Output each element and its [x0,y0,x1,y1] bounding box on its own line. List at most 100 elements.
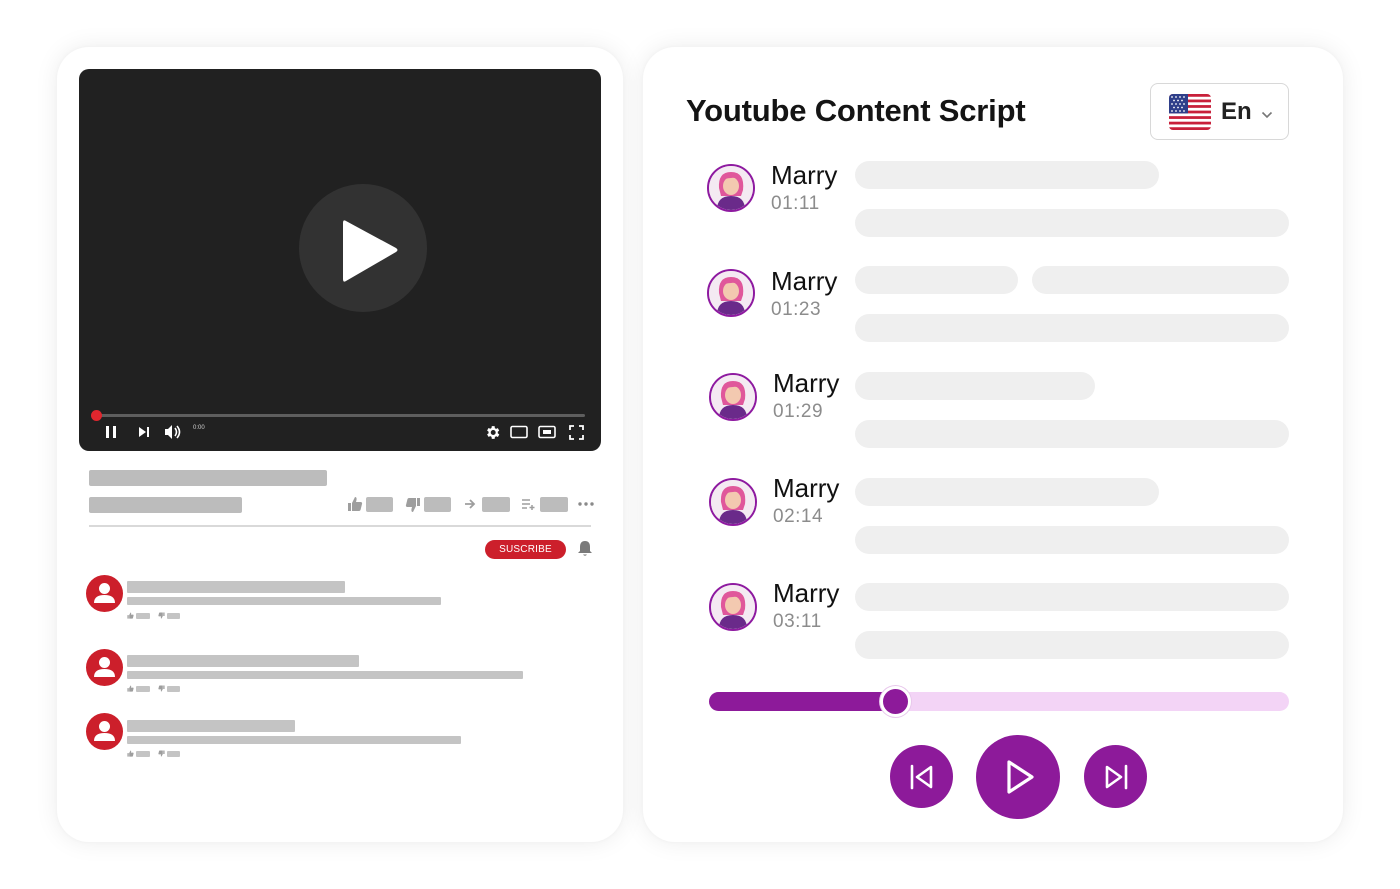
avatar-portrait-icon [711,480,755,524]
fullscreen-icon [568,424,584,440]
content-script-card: Youtube Content Script En Marry 01:11 Ma… [643,47,1343,842]
speaker-avatar [709,373,757,421]
language-selector[interactable]: En [1150,83,1289,140]
skip-next-icon [1105,764,1127,789]
timestamp: 01:23 [771,299,822,320]
play-icon [343,220,398,282]
thumbs-down-icon [158,612,165,619]
script-line-placeholder [855,526,1289,554]
script-line-placeholder [855,209,1289,237]
video-time: 0:00 [193,425,205,431]
skip-previous-icon [910,764,932,789]
speaker-name: Marry [771,160,838,190]
speaker-avatar [707,269,755,317]
theater-mode-button[interactable] [509,423,529,441]
save-label-placeholder [540,497,568,512]
share-arrow-icon [465,499,476,509]
thumbs-down-icon [158,685,165,692]
playback-progress-track[interactable] [709,692,1289,711]
next-button[interactable] [1084,745,1147,808]
video-page-card: 0:00 SUSCRIBE [57,47,623,842]
script-line-placeholder [855,478,1159,506]
play-button[interactable] [976,735,1060,819]
thumbs-down-icon [405,498,420,512]
channel-name-placeholder [89,497,242,513]
timestamp: 03:11 [773,611,822,632]
theater-mode-icon [510,425,528,439]
playback-progress-handle[interactable] [879,686,911,717]
script-line-placeholder [855,372,1095,400]
settings-button[interactable] [483,423,501,441]
share-button[interactable] [464,498,476,510]
thumbs-up-icon [127,685,134,692]
video-progress-handle[interactable] [91,410,102,421]
playlist-add-icon [522,499,535,510]
big-play-button[interactable] [299,184,427,312]
save-button[interactable] [521,498,535,510]
user-icon [94,657,115,677]
thumbs-up-icon [348,497,363,511]
thumbs-up-icon [127,750,134,757]
timestamp: 02:14 [773,506,824,527]
us-flag-icon [1169,94,1211,130]
script-line-placeholder [855,266,1018,294]
script-entry[interactable]: Marry 01:23 [643,265,1343,361]
dislike-button[interactable] [405,497,421,513]
commenter-avatar [86,713,123,750]
script-line-placeholder [855,583,1289,611]
comment-reactions[interactable] [127,685,180,692]
script-line-placeholder [1032,266,1289,294]
avatar-portrait-icon [711,585,755,629]
fullscreen-button[interactable] [567,423,585,441]
language-code: En [1221,98,1252,125]
speaker-avatar [709,583,757,631]
like-button[interactable] [347,496,363,512]
dislike-placeholder [167,750,180,757]
comment-author-placeholder [127,655,359,667]
script-line-placeholder [855,420,1289,448]
like-count-placeholder [136,612,150,619]
comment-reactions[interactable] [127,750,180,757]
speaker-avatar [709,478,757,526]
script-entry[interactable]: Marry 03:11 [643,578,1343,677]
speaker-avatar [707,164,755,212]
previous-button[interactable] [890,745,953,808]
commenter-avatar [86,575,123,612]
like-count-placeholder [366,497,393,512]
skip-next-icon [139,427,149,437]
like-count-placeholder [136,685,150,692]
speaker-name: Marry [771,266,838,296]
divider [89,525,591,527]
more-horizontal-icon [578,502,594,506]
dislike-placeholder [167,685,180,692]
video-progress-track[interactable] [96,414,585,417]
video-player[interactable]: 0:00 [79,69,601,451]
next-video-button[interactable] [137,423,151,441]
pause-button[interactable] [103,423,119,441]
playback-progress-fill [709,692,895,711]
share-label-placeholder [482,497,510,512]
commenter-avatar [86,649,123,686]
script-line-placeholder [855,631,1289,659]
comment-reactions[interactable] [127,612,180,619]
script-entry[interactable]: Marry 01:11 [643,160,1343,256]
notification-bell-button[interactable] [577,540,593,562]
script-line-placeholder [855,161,1159,189]
subscribe-button[interactable]: SUSCRIBE [485,540,566,559]
play-icon [1007,760,1034,794]
video-title-placeholder [89,470,327,486]
volume-button[interactable] [164,423,182,441]
miniplayer-button[interactable] [537,423,557,441]
avatar-portrait-icon [709,166,753,210]
comment-text-placeholder [127,671,523,679]
comment-text-placeholder [127,597,441,605]
dislike-label-placeholder [424,497,451,512]
comment-author-placeholder [127,581,345,593]
miniplayer-icon [538,425,556,439]
avatar-portrait-icon [711,375,755,419]
more-actions-button[interactable] [577,501,595,507]
speaker-name: Marry [773,473,840,503]
script-entry[interactable]: Marry 02:14 [643,473,1343,572]
page-title: Youtube Content Script [686,93,1026,128]
script-entry[interactable]: Marry 01:29 [643,368,1343,466]
